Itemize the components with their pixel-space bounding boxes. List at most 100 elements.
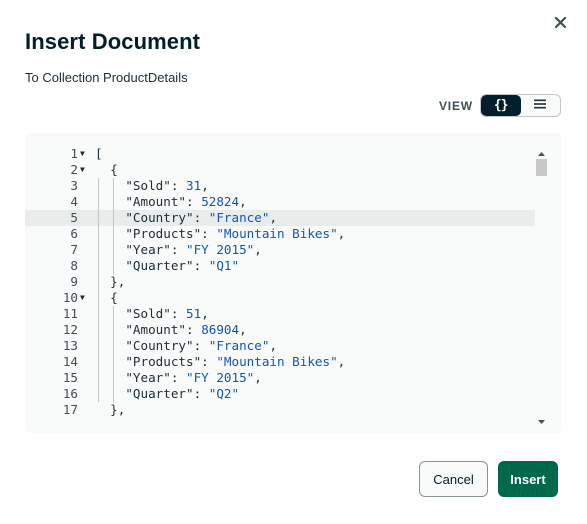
code-line[interactable]: 17 }, bbox=[25, 402, 535, 418]
json-punctuation: : bbox=[201, 226, 217, 241]
code-text: }, bbox=[95, 274, 125, 290]
fold-arrow-icon[interactable]: ▼ bbox=[80, 290, 90, 306]
code-line[interactable]: 16 "Quarter": "Q2" bbox=[25, 386, 535, 402]
json-string-value: "Mountain Bikes" bbox=[216, 226, 338, 241]
line-number: 6 bbox=[70, 226, 78, 241]
code-text: { bbox=[95, 162, 118, 178]
line-number: 10 bbox=[62, 290, 78, 305]
json-punctuation bbox=[95, 242, 125, 257]
json-punctuation bbox=[95, 194, 125, 209]
code-line[interactable]: 1 ▼ [ bbox=[25, 146, 535, 162]
code-line[interactable]: 6 "Products": "Mountain Bikes", bbox=[25, 226, 535, 242]
code-line[interactable]: 9 }, bbox=[25, 274, 535, 290]
json-punctuation bbox=[95, 258, 125, 273]
code-text: [ bbox=[95, 146, 103, 162]
json-punctuation: , bbox=[201, 178, 209, 193]
json-key: "Sold" bbox=[125, 306, 171, 321]
json-punctuation: , bbox=[201, 306, 209, 321]
scrollbar-thumb[interactable] bbox=[536, 159, 547, 176]
code-line[interactable]: 2 ▼ { bbox=[25, 162, 535, 178]
json-punctuation: : bbox=[193, 258, 209, 273]
json-string-value: "France" bbox=[208, 338, 270, 353]
json-string-value: "France" bbox=[208, 210, 270, 225]
json-key: "Quarter" bbox=[125, 386, 194, 401]
json-key: "Country" bbox=[125, 210, 194, 225]
line-number: 11 bbox=[62, 306, 78, 321]
code-line[interactable]: 8 "Quarter": "Q1" bbox=[25, 258, 535, 274]
line-number: 2 bbox=[70, 162, 78, 177]
json-punctuation bbox=[95, 210, 125, 225]
json-punctuation: , bbox=[239, 322, 247, 337]
code-text: "Country": "France", bbox=[95, 338, 277, 354]
code-text: "Year": "FY 2015", bbox=[95, 370, 262, 386]
code-line[interactable]: 4 "Amount": 52824, bbox=[25, 194, 535, 210]
json-punctuation bbox=[95, 322, 125, 337]
json-punctuation: , bbox=[337, 226, 346, 241]
scroll-up-arrow-icon[interactable] bbox=[537, 145, 546, 156]
json-punctuation: : bbox=[193, 210, 209, 225]
line-number: 7 bbox=[70, 242, 78, 257]
code-line[interactable]: 15 "Year": "FY 2015", bbox=[25, 370, 535, 386]
json-punctuation: , bbox=[337, 354, 346, 369]
json-punctuation: : bbox=[170, 306, 187, 321]
close-icon[interactable] bbox=[552, 14, 570, 32]
json-punctuation: : bbox=[170, 178, 187, 193]
json-editor[interactable]: 1 ▼[2 ▼ {3 "Sold": 31, 4 "Amount": 52824, 5 … bbox=[25, 133, 561, 433]
line-number: 13 bbox=[62, 338, 78, 353]
line-number: 12 bbox=[62, 322, 78, 337]
code-text: "Country": "France", bbox=[95, 210, 277, 226]
code-line[interactable]: 13 "Country": "France", bbox=[25, 338, 535, 354]
json-punctuation bbox=[95, 178, 125, 193]
json-punctuation: : bbox=[186, 194, 202, 209]
code-line[interactable]: 14 "Products": "Mountain Bikes", bbox=[25, 354, 535, 370]
code-text: "Amount": 52824, bbox=[95, 194, 246, 210]
code-text: "Quarter": "Q1" bbox=[95, 258, 239, 274]
editor-scrollbar[interactable] bbox=[536, 145, 547, 424]
line-number: 15 bbox=[62, 370, 78, 385]
cancel-button[interactable]: Cancel bbox=[419, 461, 488, 497]
json-view-button[interactable]: {} bbox=[481, 95, 521, 116]
json-string-value: "Q2" bbox=[208, 386, 240, 401]
json-punctuation bbox=[95, 370, 125, 385]
code-line[interactable]: 10 ▼ { bbox=[25, 290, 535, 306]
line-number: 9 bbox=[70, 274, 78, 289]
json-punctuation bbox=[95, 226, 125, 241]
json-punctuation: }, bbox=[95, 274, 126, 289]
json-string-value: "FY 2015" bbox=[186, 242, 255, 257]
fold-arrow-icon[interactable]: ▼ bbox=[80, 146, 90, 162]
insert-button[interactable]: Insert bbox=[498, 461, 558, 497]
code-line[interactable]: 7 "Year": "FY 2015", bbox=[25, 242, 535, 258]
json-key: "Products" bbox=[125, 226, 202, 241]
line-number: 16 bbox=[62, 386, 78, 401]
json-punctuation: : bbox=[170, 370, 187, 385]
json-key: "Year" bbox=[125, 370, 171, 385]
code-line[interactable]: 3 "Sold": 31, bbox=[25, 178, 535, 194]
line-number: 8 bbox=[70, 258, 78, 273]
code-line[interactable]: 5 "Country": "France", bbox=[25, 210, 535, 226]
line-number: 4 bbox=[70, 194, 78, 209]
view-toggle: {} bbox=[480, 94, 561, 117]
modal-subtitle: To Collection ProductDetails bbox=[25, 70, 188, 85]
json-punctuation bbox=[95, 306, 125, 321]
list-view-button[interactable] bbox=[521, 95, 561, 116]
json-punctuation: , bbox=[254, 242, 262, 257]
json-punctuation: , bbox=[269, 210, 278, 225]
scroll-down-arrow-icon[interactable] bbox=[537, 413, 546, 424]
json-key: "Country" bbox=[125, 338, 194, 353]
json-punctuation: : bbox=[201, 354, 217, 369]
json-punctuation bbox=[95, 338, 125, 353]
json-punctuation: : bbox=[193, 386, 209, 401]
json-punctuation bbox=[95, 354, 125, 369]
line-number: 17 bbox=[62, 402, 78, 417]
json-key: "Year" bbox=[125, 242, 171, 257]
indent-guide bbox=[113, 306, 114, 402]
code-text: }, bbox=[95, 402, 125, 418]
json-string-value: "Q1" bbox=[208, 258, 240, 273]
insert-document-modal: Insert Document To Collection ProductDet… bbox=[0, 0, 587, 524]
line-number: 14 bbox=[62, 354, 78, 369]
json-punctuation: }, bbox=[95, 402, 126, 417]
json-number-value: 31 bbox=[186, 178, 202, 193]
code-line[interactable]: 11 "Sold": 51, bbox=[25, 306, 535, 322]
fold-arrow-icon[interactable]: ▼ bbox=[80, 162, 90, 178]
code-line[interactable]: 12 "Amount": 86904, bbox=[25, 322, 535, 338]
